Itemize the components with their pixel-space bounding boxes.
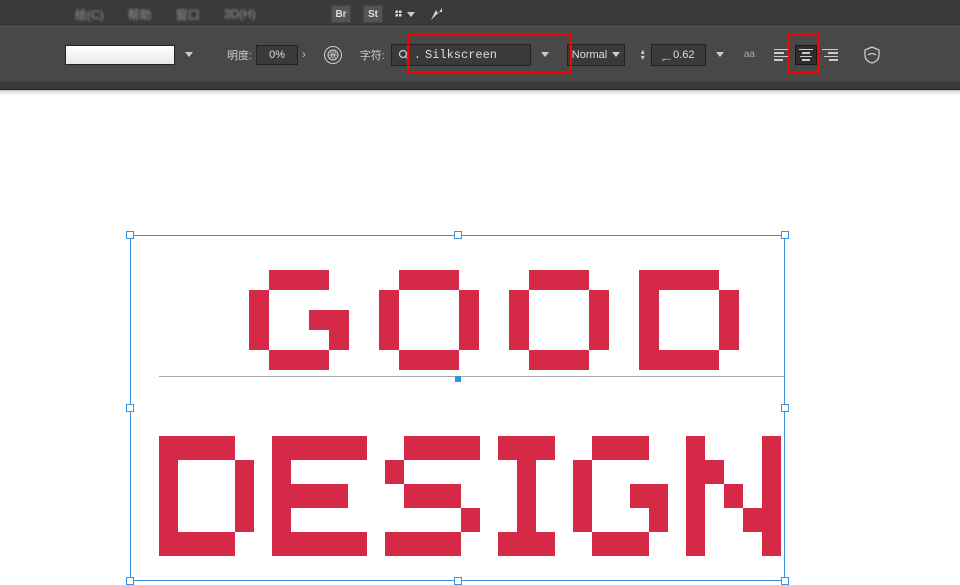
aa-label: aa bbox=[744, 49, 755, 60]
font-style-input[interactable]: Normal bbox=[567, 44, 625, 66]
menu-item[interactable]: 绘(C) bbox=[75, 6, 104, 23]
font-style-value: Normal bbox=[572, 49, 607, 61]
share-icon[interactable] bbox=[427, 5, 447, 23]
font-size-value: 0.62 bbox=[673, 49, 694, 61]
align-right-button[interactable] bbox=[819, 45, 841, 65]
glyph-N bbox=[686, 436, 781, 556]
handle-tr[interactable] bbox=[781, 231, 789, 239]
handle-ml[interactable] bbox=[126, 404, 134, 412]
font-size-input[interactable]: ⸐ 0.62 bbox=[651, 44, 706, 66]
chevron-down-icon[interactable] bbox=[541, 52, 549, 57]
font-family-input[interactable]: . Silkscreen bbox=[391, 44, 531, 66]
font-family-value: Silkscreen bbox=[425, 48, 497, 62]
grid-icon[interactable] bbox=[395, 5, 415, 23]
align-left-button[interactable] bbox=[771, 45, 793, 65]
glyph-O bbox=[379, 270, 479, 370]
text-line-2 bbox=[159, 436, 781, 556]
menu-bar: 绘(C) 帮助 窗口 3D(H) Br St bbox=[0, 0, 960, 28]
glyph-E bbox=[272, 436, 367, 556]
glyph-G bbox=[573, 436, 668, 556]
text-line-1 bbox=[249, 270, 739, 370]
bridge-icon[interactable]: Br bbox=[331, 5, 351, 23]
glyph-D bbox=[159, 436, 254, 556]
menu-item[interactable]: 窗口 bbox=[176, 6, 200, 23]
glyph-I bbox=[498, 436, 555, 556]
glyph-O bbox=[509, 270, 609, 370]
stepper-icon[interactable]: ▴▾ bbox=[641, 49, 645, 61]
canvas[interactable] bbox=[0, 90, 960, 150]
menu-item[interactable]: 帮助 bbox=[128, 6, 152, 23]
search-icon bbox=[398, 49, 410, 61]
baseline bbox=[159, 376, 784, 377]
align-center-button[interactable] bbox=[795, 45, 817, 65]
glyph-G bbox=[249, 270, 349, 370]
menu-item[interactable]: 3D(H) bbox=[224, 7, 256, 21]
handle-mr[interactable] bbox=[781, 404, 789, 412]
globe-icon[interactable] bbox=[324, 46, 342, 64]
opacity-control[interactable]: 明度: 0% › bbox=[227, 45, 306, 65]
stock-icon[interactable]: St bbox=[363, 5, 383, 23]
opacity-label: 明度: bbox=[227, 47, 252, 63]
handle-bm[interactable] bbox=[454, 577, 462, 585]
options-bar: 明度: 0% › 字符: . Silkscreen Normal ▴▾ ⸐ 0.… bbox=[0, 26, 960, 82]
opacity-value[interactable]: 0% bbox=[256, 45, 298, 65]
font-label: 字符: bbox=[360, 47, 385, 63]
text-align-group bbox=[771, 45, 841, 65]
handle-bl[interactable] bbox=[126, 577, 134, 585]
text-selection-box[interactable] bbox=[130, 235, 785, 581]
handle-tl[interactable] bbox=[126, 231, 134, 239]
color-swatch[interactable] bbox=[65, 45, 175, 65]
chevron-down-icon bbox=[612, 52, 620, 57]
shield-icon[interactable] bbox=[863, 46, 881, 64]
handle-tm[interactable] bbox=[454, 231, 462, 239]
handle-br[interactable] bbox=[781, 577, 789, 585]
center-handle[interactable] bbox=[455, 376, 461, 382]
app-topbar: 绘(C) 帮助 窗口 3D(H) Br St 明度: 0% › bbox=[0, 0, 960, 90]
chevron-down-icon[interactable] bbox=[185, 52, 193, 57]
chevron-right-icon[interactable]: › bbox=[302, 49, 306, 61]
chevron-down-icon[interactable] bbox=[716, 52, 724, 57]
glyph-D bbox=[639, 270, 739, 370]
glyph-S bbox=[385, 436, 480, 556]
